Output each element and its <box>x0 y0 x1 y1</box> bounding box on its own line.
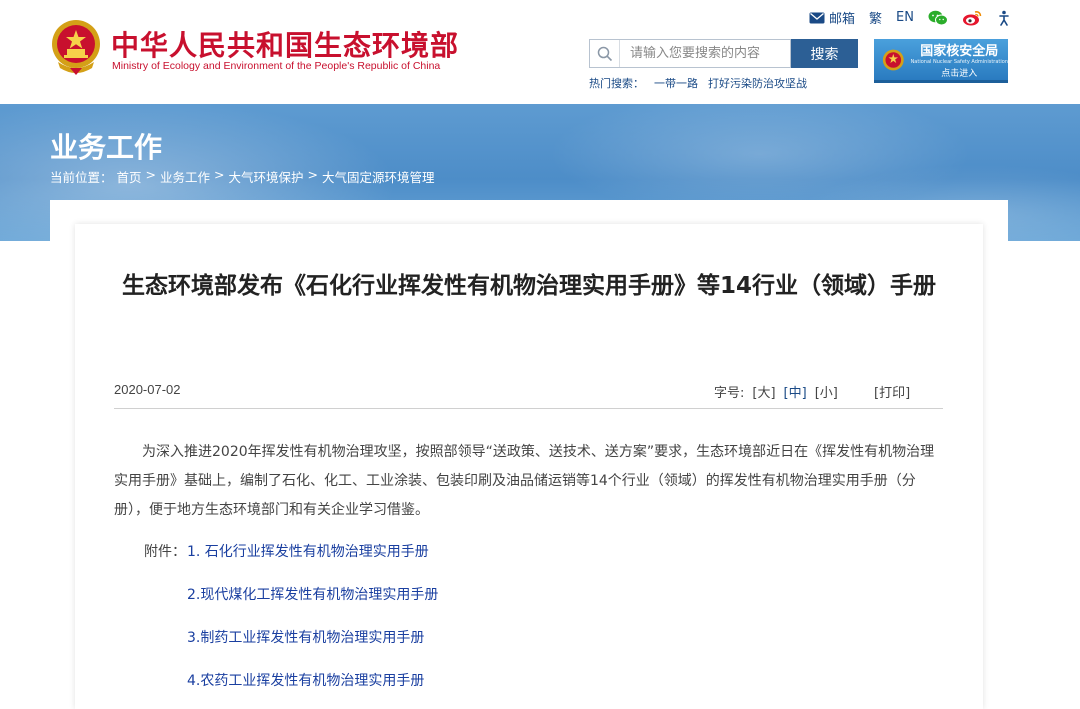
mail-icon <box>809 12 825 23</box>
breadcrumb-prefix: 当前位置： <box>50 170 113 185</box>
search-button[interactable]: 搜索 <box>791 39 858 68</box>
section-title: 业务工作 <box>50 131 163 164</box>
breadcrumb-fixed-source[interactable]: 大气固定源环境管理 <box>322 167 435 186</box>
attachment-link-pesticide[interactable]: 4.农药工业挥发性有机物治理实用手册 <box>187 670 424 690</box>
search-icon <box>590 40 620 67</box>
article-divider <box>114 408 943 409</box>
font-size-large-button[interactable]: [大] <box>752 382 775 401</box>
nsa-subtitle: National Nuclear Safety Administration <box>910 59 1008 65</box>
nsa-enter-label: 点击进入 <box>941 69 978 79</box>
hot-search-item[interactable]: 打好污染防治攻坚战 <box>708 75 807 91</box>
wechat-link[interactable] <box>928 10 948 26</box>
hot-search: 热门搜索： 一带一路 打好污染防治攻坚战 <box>589 75 807 91</box>
hot-search-label: 热门搜索： <box>589 77 644 90</box>
accessibility-icon <box>999 10 1009 26</box>
wechat-icon <box>928 10 948 25</box>
breadcrumb-separator: > <box>214 167 225 182</box>
top-links: 邮箱 繁 EN <box>809 8 1012 27</box>
attachment-link-coal-chemical[interactable]: 2.现代煤化工挥发性有机物治理实用手册 <box>187 584 438 604</box>
national-emblem-icon[interactable] <box>50 18 102 76</box>
traditional-chinese-link[interactable]: 繁 <box>869 8 882 27</box>
nsa-title: 国家核安全局 <box>920 44 999 59</box>
font-size-small-button[interactable]: [小] <box>815 382 838 401</box>
nsa-texts: 国家核安全局 National Nuclear Safety Administr… <box>911 40 1008 79</box>
mail-link[interactable]: 邮箱 <box>809 8 855 27</box>
article-title: 生态环境部发布《石化行业挥发性有机物治理实用手册》等14行业（领域）手册 <box>121 273 936 299</box>
article-paragraph: 为深入推进2020年挥发性有机物治理攻坚，按照部领导“送政策、送技术、送方案”要… <box>114 444 935 518</box>
print-button[interactable]: [打印] <box>874 382 910 401</box>
site-name-en: Ministry of Ecology and Environment of t… <box>112 60 441 72</box>
attachment-link-petrochemical[interactable]: 1. 石化行业挥发性有机物治理实用手册 <box>187 541 429 561</box>
breadcrumb: 当前位置： 首页 > 业务工作 > 大气环境保护 > 大气固定源环境管理 <box>50 167 435 186</box>
site-header: 中华人民共和国生态环境部 Ministry of Ecology and Env… <box>0 0 1080 104</box>
font-size-medium-button[interactable]: [中] <box>784 382 807 401</box>
attachment-label: 附件： <box>144 544 186 560</box>
font-size-control: 字号: [大] [中] [小] <box>714 382 838 401</box>
nsa-banner[interactable]: 国家核安全局 National Nuclear Safety Administr… <box>874 39 1008 83</box>
accessibility-link[interactable] <box>996 10 1012 26</box>
breadcrumb-home[interactable]: 首页 <box>117 167 142 186</box>
breadcrumb-business[interactable]: 业务工作 <box>160 167 210 186</box>
search-box <box>589 39 791 68</box>
english-link[interactable]: EN <box>896 10 914 25</box>
weibo-link[interactable] <box>962 10 982 26</box>
article-date: 2020-07-02 <box>114 382 181 397</box>
nsa-emblem-icon <box>882 49 904 70</box>
site-name-cn[interactable]: 中华人民共和国生态环境部 <box>111 24 459 64</box>
font-size-label: 字号: <box>714 386 745 401</box>
mail-label: 邮箱 <box>829 12 856 27</box>
weibo-icon <box>963 10 982 25</box>
breadcrumb-separator: > <box>307 167 319 182</box>
hot-search-item[interactable]: 一带一路 <box>654 75 698 91</box>
attachment-link-pharmaceutical[interactable]: 3.制药工业挥发性有机物治理实用手册 <box>187 627 424 647</box>
breadcrumb-air-protection[interactable]: 大气环境保护 <box>229 167 304 186</box>
breadcrumb-separator: > <box>145 167 157 182</box>
search-input[interactable] <box>620 40 790 67</box>
